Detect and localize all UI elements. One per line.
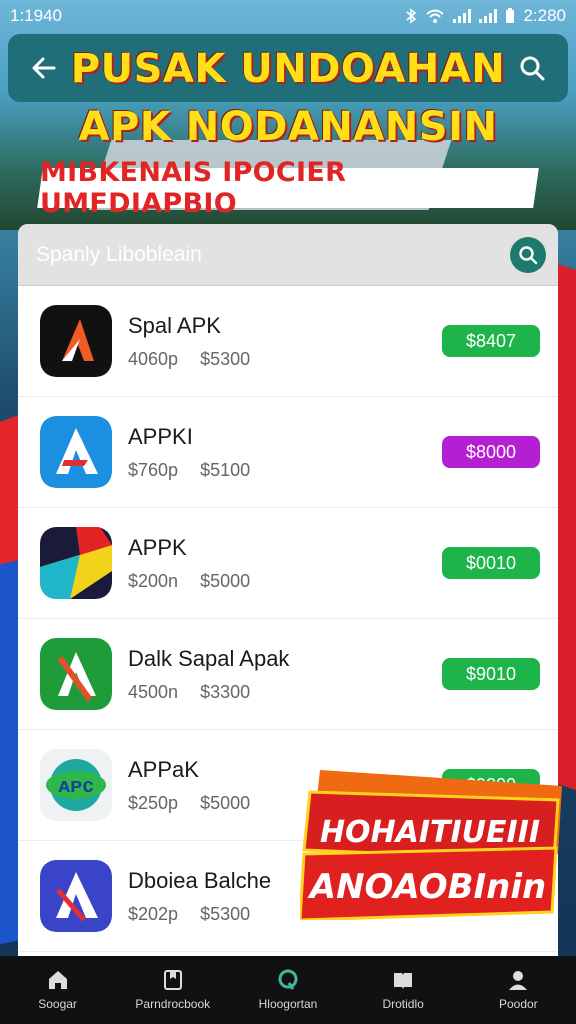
- app-price: $5300: [200, 903, 251, 924]
- app-icon: [40, 860, 112, 932]
- app-name: Spal APK: [128, 312, 221, 338]
- promo-line-2: ANOAOBInin: [307, 867, 546, 907]
- buy-button[interactable]: $8407: [442, 325, 540, 357]
- search-bar: [18, 224, 558, 286]
- nav-label: Drotidlo: [382, 997, 424, 1011]
- app-price: $5100: [200, 459, 251, 480]
- bluetooth-icon: [406, 8, 417, 24]
- app-name: APPK: [128, 534, 187, 560]
- nav-item-search[interactable]: Hloogortan: [233, 969, 343, 1011]
- nav-label: Soogar: [38, 997, 77, 1011]
- profile-icon: [509, 971, 528, 990]
- nav-item-bookmark[interactable]: Parndrocbook: [118, 969, 228, 1011]
- app-icon: ᴀᴘᴄ: [40, 749, 112, 821]
- app-size: $200n: [128, 570, 179, 591]
- wifi-icon: [426, 9, 445, 23]
- app-size: 4500n: [128, 681, 179, 702]
- app-size: 4060p: [128, 348, 179, 369]
- library-icon: [394, 973, 413, 989]
- status-bar: 1:1940 2:280: [0, 0, 576, 32]
- app-price: $5300: [200, 348, 251, 369]
- bottom-nav: Soogar Parndrocbook Hloogortan Drotidlo …: [0, 956, 576, 1024]
- app-icon: [40, 305, 112, 377]
- buy-button[interactable]: $0010: [442, 547, 540, 579]
- headline-line-2: APK NODANANSIN: [78, 104, 498, 150]
- nav-item-profile[interactable]: Poodor: [463, 969, 573, 1011]
- signal-icon: [453, 9, 472, 23]
- battery-icon: [506, 8, 515, 23]
- app-price: $5000: [200, 792, 251, 813]
- promo-line-1: HOHAITIUEIII: [320, 815, 540, 850]
- nav-label: Poodor: [498, 997, 538, 1011]
- buy-button[interactable]: $8000: [442, 436, 540, 468]
- subheadline-banner: MIBKENAIS IPOCIER UMFDIAPBIO: [37, 157, 539, 219]
- nav-label: Hloogortan: [258, 997, 318, 1011]
- nav-item-library[interactable]: Drotidlo: [348, 969, 458, 1011]
- app-price: $5000: [200, 570, 251, 591]
- list-item[interactable]: Dalk Sapal Apak 4500n $3300 $9010: [18, 619, 558, 730]
- list-item[interactable]: APPKI $760p $5100 $8000: [18, 397, 558, 508]
- list-item[interactable]: APPK $200n $5000 $0010: [18, 508, 558, 619]
- svg-text:ᴀᴘᴄ: ᴀᴘᴄ: [58, 775, 93, 797]
- search-icon: [278, 969, 298, 990]
- promo-banner[interactable]: HOHAITIUEIII ANOAOBInin: [298, 770, 562, 922]
- buy-button[interactable]: $9010: [442, 658, 540, 690]
- headline-line-1: PUSAK UNDOAHAN: [70, 46, 506, 92]
- list-item[interactable]: Spal APK 4060p $5300 $8407: [18, 286, 558, 397]
- nav-label: Parndrocbook: [135, 997, 211, 1011]
- app-icon: [40, 638, 112, 710]
- status-time: 1:1940: [10, 6, 62, 25]
- app-icon: [40, 527, 112, 599]
- status-clock: 2:280: [523, 6, 566, 25]
- bookmark-icon: [163, 970, 182, 990]
- app-icon: [40, 416, 112, 488]
- search-submit-button[interactable]: [510, 236, 546, 273]
- app-name: APPKI: [128, 423, 193, 449]
- home-icon: [48, 971, 67, 989]
- status-icons: 2:280: [405, 6, 566, 26]
- app-name: Dalk Sapal Apak: [128, 645, 290, 671]
- search-input[interactable]: [36, 242, 456, 267]
- signal-icon-2: [479, 9, 498, 23]
- subheadline: MIBKENAIS IPOCIER UMFDIAPBIO: [40, 157, 347, 219]
- nav-item-home[interactable]: Soogar: [3, 969, 113, 1011]
- app-size: $760p: [128, 459, 179, 480]
- app-size: $250p: [128, 792, 179, 813]
- app-size: $202p: [128, 903, 179, 924]
- app-price: $3300: [200, 681, 251, 702]
- search-icon: [519, 245, 538, 264]
